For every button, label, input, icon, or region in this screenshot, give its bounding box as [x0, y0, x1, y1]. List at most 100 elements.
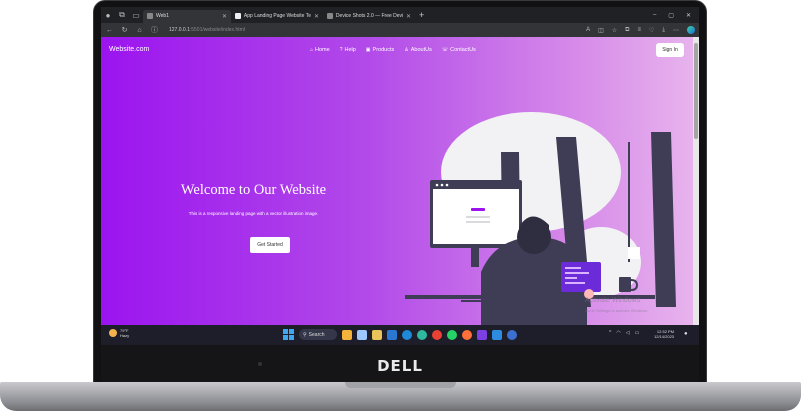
hero-title: Welcome to Our Website [180, 182, 327, 198]
whatsapp-icon[interactable] [447, 329, 457, 340]
favorite-star-icon[interactable]: ☆ [612, 27, 617, 34]
hero-illustration [405, 112, 676, 325]
page-scrollbar[interactable] [693, 37, 699, 325]
file-explorer-icon[interactable] [372, 329, 382, 340]
maximize-button[interactable]: ▢ [668, 12, 674, 19]
laptop-chin: DELL [101, 345, 699, 383]
code-line [565, 277, 577, 279]
site-nav-menu: ⌂ Home ? Help ▣ Products ♙ AboutUs ☏ ContactU… [310, 47, 476, 53]
monitor-stand-shape [471, 247, 479, 267]
tab-web1[interactable]: Web1 ✕ [143, 9, 231, 23]
tab-device-shots[interactable]: Device Shots 2.0 — Free Device ✕ [323, 10, 415, 23]
favorites-list-icon[interactable]: ≡ [637, 27, 641, 33]
laptop-base [0, 382, 801, 411]
teams-icon[interactable] [477, 329, 487, 340]
tab-close-icon[interactable]: ✕ [406, 13, 411, 20]
vscode-icon[interactable] [492, 329, 502, 340]
search-label: Search [308, 331, 325, 338]
tab-favicon-icon [327, 13, 333, 19]
edge-dev-icon[interactable] [417, 329, 427, 340]
collections-icon[interactable]: ⧉ [625, 27, 629, 34]
back-icon[interactable]: ← [105, 27, 114, 34]
dot-shape [435, 183, 439, 187]
phone-icon: ☏ [441, 47, 449, 53]
nav-help[interactable]: ? Help [340, 47, 356, 53]
site-info-icon[interactable]: ⓘ [150, 25, 159, 35]
profile-icon[interactable]: ● [101, 8, 115, 22]
laptop-mockup: DELL ● ⧉ ▭ Web1 ✕ App Landing Page Websi… [0, 0, 801, 417]
scrollbar-thumb[interactable] [694, 43, 698, 139]
tab-close-icon[interactable]: ✕ [314, 13, 319, 20]
new-tab-button[interactable]: + [419, 10, 424, 20]
wifi-icon[interactable]: ◠ [616, 330, 620, 336]
toolbar-actions: A ◫ ☆ ⧉ ≡ ♡ ⤓ ⋯ [586, 26, 695, 34]
browser-toolbar: ← ↻ ⌂ ⓘ 127.0.0.1:5501/website/index.htm… [101, 23, 699, 37]
hero-subtitle: This is a responsive landing page with a… [188, 211, 319, 216]
weather-text: 79°F Hazy [120, 328, 129, 338]
get-started-button[interactable]: Get Started [250, 237, 290, 253]
edge-canary-icon[interactable] [507, 329, 517, 340]
url-path: :5501/website/index.html [189, 27, 245, 33]
window-controls: – ▢ ✕ [653, 12, 699, 19]
tab-app-landing[interactable]: App Landing Page Website Temp ✕ [231, 10, 323, 23]
activate-windows-subtext: Go to Settings to activate Windows. [585, 308, 649, 313]
products-icon: ▣ [365, 47, 371, 53]
downloads-icon[interactable]: ⤓ [662, 27, 665, 34]
refresh-icon[interactable]: ↻ [120, 26, 129, 34]
nav-home[interactable]: ⌂ Home [310, 47, 330, 53]
home-button-icon[interactable]: ⌂ [135, 27, 144, 34]
nav-about[interactable]: ♙ AboutUs [404, 47, 432, 53]
clock-date: 12/14/2023 [654, 334, 675, 339]
windows-start-icon[interactable] [283, 329, 294, 340]
nav-contact[interactable]: ☏ ContactUs [442, 47, 476, 53]
tab-label: Device Shots 2.0 — Free Device [335, 13, 403, 19]
nav-label: Home [315, 47, 330, 53]
tab-label: Web1 [156, 13, 169, 19]
more-menu-icon[interactable]: ⋯ [673, 27, 679, 34]
notification-bell-icon[interactable]: ● [684, 331, 688, 337]
nav-label: Products [372, 47, 395, 53]
workspaces-icon[interactable]: ⧉ [115, 8, 129, 22]
chevron-up-icon[interactable]: ^ [609, 330, 611, 336]
store-icon[interactable] [387, 329, 397, 340]
browser-tab-bar: ● ⧉ ▭ Web1 ✕ App Landing Page Website Te… [101, 7, 699, 23]
tab-label: App Landing Page Website Temp [243, 13, 311, 19]
minimize-button[interactable]: – [653, 12, 656, 19]
weather-sun-icon [109, 329, 117, 337]
firefox-icon[interactable] [462, 329, 472, 340]
tab-close-icon[interactable]: ✕ [222, 13, 227, 20]
sign-in-button[interactable]: Sign In [656, 43, 684, 57]
nav-products[interactable]: ▣ Products [366, 47, 394, 53]
widgets-app-icon[interactable] [342, 329, 352, 340]
window-bar-shape [628, 247, 640, 259]
address-bar[interactable]: 127.0.0.1:5501/website/index.html [169, 27, 245, 33]
mug-shape [619, 277, 631, 292]
dot-shape [445, 183, 449, 187]
home-icon: ⌂ [310, 47, 314, 53]
chrome-icon[interactable] [432, 329, 442, 340]
copilot-icon[interactable] [687, 26, 695, 34]
system-tray: ^ ◠ ◁ ▭ [609, 330, 639, 336]
search-icon: ⚲ [303, 331, 307, 338]
nav-label: AboutUs [410, 47, 432, 53]
tab-actions-icon[interactable]: ▭ [129, 8, 143, 22]
close-window-button[interactable]: ✕ [686, 12, 691, 19]
weather-widget[interactable]: 79°F Hazy [109, 328, 129, 338]
screen-line [466, 221, 490, 223]
taskbar-apps: ⚲ Search [283, 329, 517, 340]
edge-icon[interactable] [402, 329, 412, 340]
help-icon: ? [339, 47, 343, 53]
volume-icon[interactable]: ◁ [626, 330, 630, 336]
screen-accent-bar [471, 208, 485, 211]
read-aloud-icon[interactable]: A [586, 27, 590, 33]
taskbar-search[interactable]: ⚲ Search [299, 329, 337, 340]
task-view-icon[interactable] [357, 329, 367, 340]
code-line [565, 282, 585, 284]
battery-icon[interactable]: ▭ [635, 330, 640, 336]
browser-essentials-icon[interactable]: ♡ [649, 27, 654, 34]
site-logo[interactable]: Website.com [109, 46, 149, 53]
activate-windows-watermark: Activate Windows [585, 297, 641, 304]
taskbar-clock[interactable]: 12:52 PM 12/14/2023 [654, 329, 674, 339]
split-screen-icon[interactable]: ◫ [598, 27, 604, 34]
url-host: 127.0.0.1 [169, 27, 190, 33]
